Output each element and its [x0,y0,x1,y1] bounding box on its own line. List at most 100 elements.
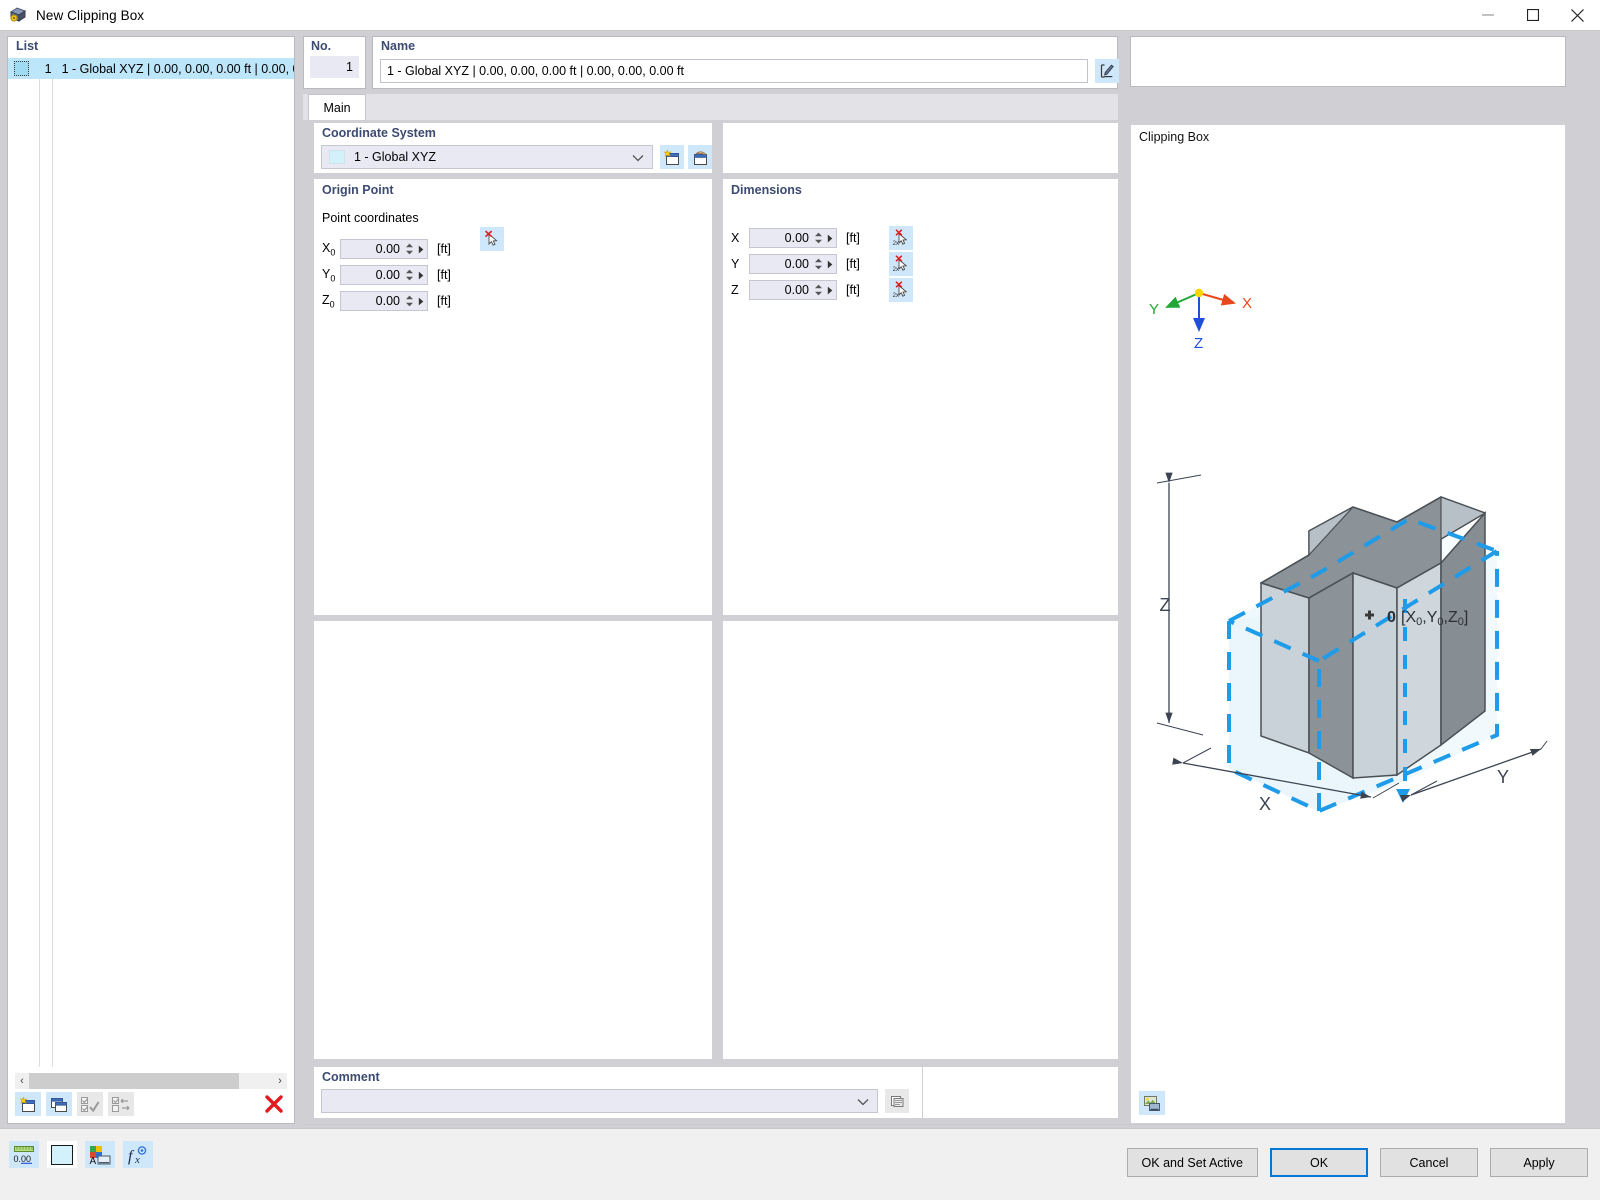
delete-item-button[interactable] [261,1092,287,1116]
list-body: 1 1 - Global XYZ | 0.00, 0.00, 0.00 ft |… [8,58,294,1067]
maximize-button[interactable] [1510,0,1555,31]
svg-text:A: A [90,1156,97,1165]
number-field-group: No. 1 [303,36,366,89]
edit-pencil-icon[interactable] [1095,59,1119,83]
pick-two-points-cursor-icon[interactable]: 2x [889,252,913,276]
name-input[interactable]: 1 - Global XYZ | 0.00, 0.00, 0.00 ft | 0… [380,59,1088,83]
row-color-swatch[interactable] [14,61,29,76]
name-label: Name [381,39,416,53]
pick-two-points-cursor-icon[interactable]: 2x [889,278,913,302]
expand-arrow-icon[interactable] [824,286,836,295]
dimension-x-unit: [ft] [846,231,860,245]
chevron-down-icon [632,150,644,165]
table-row[interactable]: 1 1 - Global XYZ | 0.00, 0.00, 0.00 ft |… [8,58,294,79]
apply-button[interactable]: Apply [1490,1148,1588,1177]
scrollbar-thumb[interactable] [29,1073,239,1089]
new-item-button[interactable] [15,1092,41,1116]
axis-triad: X Y Z [1149,288,1252,350]
clipping-box-icon [9,6,27,24]
function-fx-icon[interactable]: f x [123,1141,153,1168]
expand-arrow-icon[interactable] [415,297,427,306]
number-label: No. [311,39,332,53]
row-name: 1 - Global XYZ | 0.00, 0.00, 0.00 ft | 0… [61,61,294,76]
tab-main[interactable]: Main [308,94,366,120]
cancel-button[interactable]: Cancel [1380,1148,1478,1177]
edit-coordinate-system-icon[interactable] [688,145,712,169]
bottom-right-blank-panel [722,620,1119,1060]
coordinate-system-color-swatch [329,150,345,164]
spinner-arrows[interactable] [813,281,824,299]
dimension-y-input[interactable]: 0.00 [749,254,837,274]
dimensions-section: Dimensions X 0.00 [ft] 2x Y 0.00 [ft] 2x… [722,178,1119,616]
origin-point-label: Origin Point [322,183,394,197]
origin-y-input[interactable]: 0.00 [340,265,428,285]
svg-text:2x: 2x [893,267,899,273]
expand-arrow-icon[interactable] [824,260,836,269]
origin-x-row: X0 0.00 [ft] [322,239,451,259]
spinner-arrows[interactable] [404,266,415,284]
coordinate-system-right-blank [722,122,1119,174]
dimension-x-label: X [731,231,740,245]
copy-item-button[interactable] [46,1092,72,1116]
spinner-arrows[interactable] [404,292,415,310]
pick-point-cursor-icon[interactable] [480,227,504,251]
origin-y-row: Y0 0.00 [ft] [322,265,451,285]
select-all-button[interactable] [77,1092,103,1116]
ok-and-set-active-button[interactable]: OK and Set Active [1126,1148,1258,1177]
spinner-arrows[interactable] [404,240,415,258]
color-swatch-icon[interactable] [47,1141,77,1168]
coordinate-system-value: 1 - Global XYZ [354,150,436,164]
svg-text:X: X [1242,295,1252,312]
new-coordinate-system-icon[interactable] [660,145,684,169]
scroll-left-arrow[interactable]: ‹ [15,1073,29,1089]
origin-label-number: 0 [1387,609,1396,626]
preview-title: Clipping Box [1139,130,1210,144]
origin-y-label: Y0 [322,266,336,284]
spinner-arrows[interactable] [813,255,824,273]
horizontal-scrollbar[interactable]: ‹ › [15,1073,287,1089]
scroll-right-arrow[interactable]: › [273,1073,287,1089]
number-value[interactable]: 1 [310,56,359,78]
invert-selection-button[interactable] [108,1092,134,1116]
minimize-button[interactable] [1465,0,1510,31]
expand-arrow-icon[interactable] [824,234,836,243]
chevron-down-icon[interactable] [857,1094,869,1109]
origin-x-input[interactable]: 0.00 [340,239,428,259]
dimension-y-row: Y 0.00 [ft] [731,254,860,274]
display-properties-icon[interactable]: A [85,1141,115,1168]
comment-input[interactable] [321,1089,878,1113]
row-number: 1 [44,61,52,76]
dimension-y-label: Y [731,257,740,271]
window-controls [1465,0,1600,31]
title-bar: New Clipping Box [0,0,1600,31]
svg-text:2x: 2x [893,293,899,299]
pick-two-points-cursor-icon[interactable]: 2x [889,226,913,250]
expand-arrow-icon[interactable] [415,245,427,254]
expand-arrow-icon[interactable] [415,271,427,280]
origin-point-section: Origin Point Point coordinates X0 0.00 [… [313,178,713,616]
origin-z-input[interactable]: 0.00 [340,291,428,311]
dialog-window: New Clipping Box List 1 1 - Global XYZ |… [0,0,1600,1200]
clipping-box-illustration: Z X Y 0 [X0,Y0,Z0] [1156,472,1548,813]
list-panel: List 1 1 - Global XYZ | 0.00, 0.00, 0.00… [7,36,295,1124]
dimension-x-input[interactable]: 0.00 [749,228,837,248]
ok-button[interactable]: OK [1270,1148,1368,1177]
close-button[interactable] [1555,0,1600,31]
ruler-000-icon[interactable]: 0.00 [9,1141,39,1168]
svg-text:Y: Y [1149,301,1159,318]
scrollbar-track[interactable] [29,1073,273,1089]
dimension-z-input[interactable]: 0.00 [749,280,837,300]
comment-library-icon[interactable] [885,1089,909,1113]
dimension-z-label: Z [731,283,739,297]
svg-text:2x: 2x [893,241,899,247]
status-bar: 0.00 A f x OK and Set Active OK Cancel A… [0,1128,1600,1200]
tab-strip: Main [303,94,1118,120]
svg-text:f: f [128,1148,135,1165]
render-image-icon[interactable] [1139,1091,1165,1115]
coordinate-system-select[interactable]: 1 - Global XYZ [321,145,653,169]
spinner-arrows[interactable] [813,229,824,247]
origin-y-unit: [ft] [437,268,451,282]
list-header: List [16,39,39,53]
origin-x-label: X0 [322,240,336,258]
svg-text:Z: Z [1194,335,1203,350]
